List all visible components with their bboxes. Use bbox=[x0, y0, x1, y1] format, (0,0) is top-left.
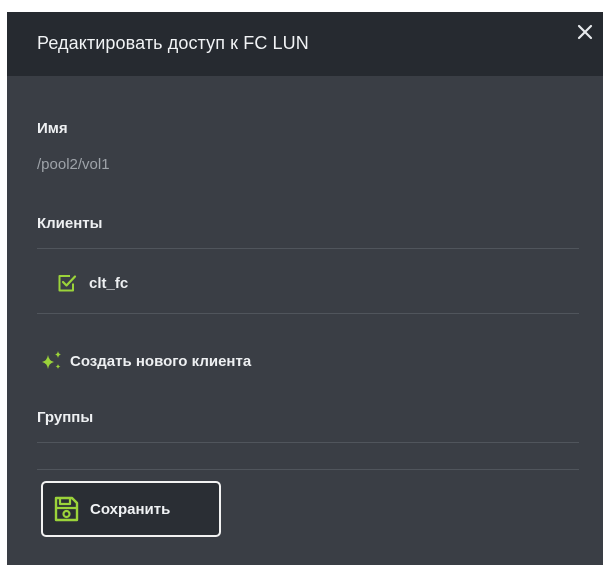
dialog-header: Редактировать доступ к FC LUN bbox=[7, 12, 603, 76]
close-button[interactable] bbox=[573, 20, 597, 44]
clients-divider-bottom bbox=[37, 313, 579, 314]
save-button-label: Сохранить bbox=[90, 500, 171, 518]
edit-fc-lun-access-dialog: Редактировать доступ к FC LUN Имя /pool2… bbox=[7, 12, 603, 565]
groups-divider-top bbox=[37, 442, 579, 443]
sparkle-icon bbox=[42, 351, 61, 369]
clients-label: Клиенты bbox=[37, 215, 103, 232]
dialog-title: Редактировать доступ к FC LUN bbox=[37, 33, 309, 53]
checkbox-checked-icon[interactable] bbox=[56, 272, 78, 294]
name-label: Имя bbox=[37, 120, 68, 137]
floppy-disk-icon bbox=[54, 496, 79, 522]
groups-divider-bottom bbox=[37, 469, 579, 470]
client-name: clt_fc bbox=[89, 274, 129, 292]
client-item-clt-fc[interactable]: clt_fc bbox=[56, 269, 128, 297]
name-value: /pool2/vol1 bbox=[37, 156, 110, 173]
create-new-client-button[interactable]: Создать нового клиента bbox=[40, 349, 251, 373]
save-button[interactable]: Сохранить bbox=[41, 481, 221, 537]
clients-divider-top bbox=[37, 248, 579, 249]
create-new-client-label: Создать нового клиента bbox=[70, 352, 252, 370]
close-icon bbox=[577, 24, 593, 40]
groups-label: Группы bbox=[37, 409, 94, 426]
